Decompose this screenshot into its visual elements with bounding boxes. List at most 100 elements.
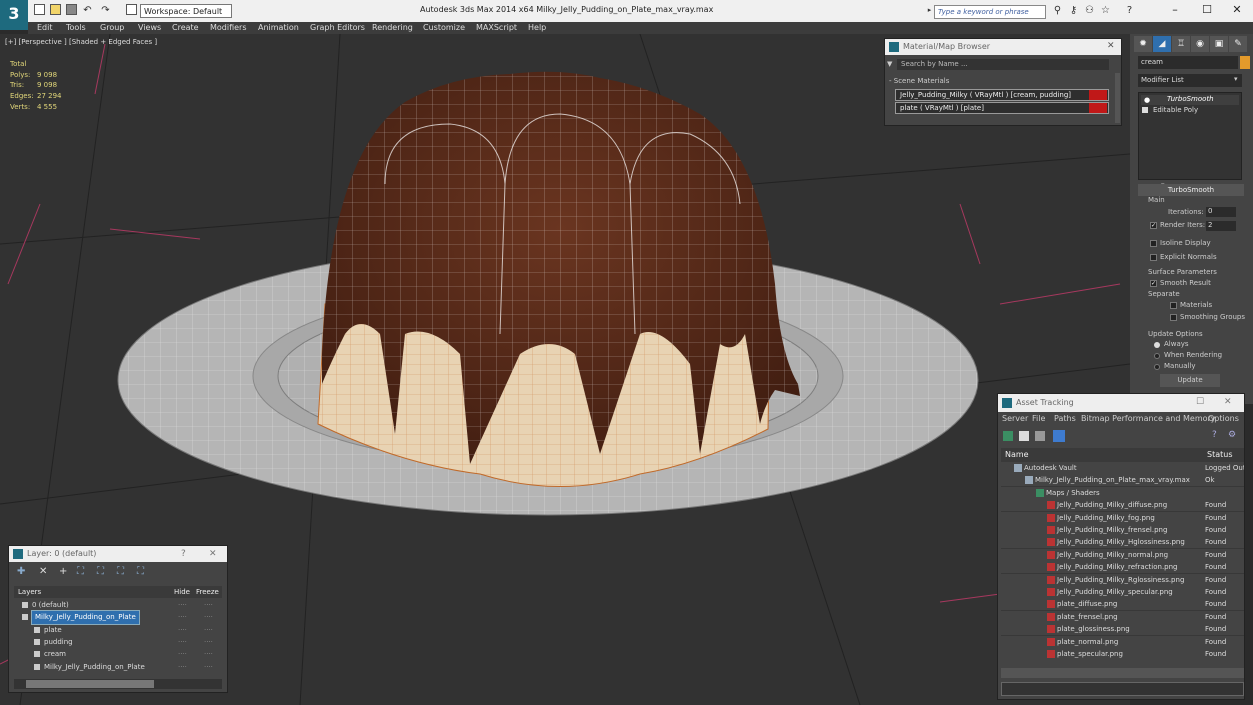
modifier-list-dropdown[interactable]: Modifier List [1138, 74, 1242, 87]
scene-materials-header[interactable]: - Scene Materials [889, 77, 949, 85]
column-hide-header[interactable]: Hide [174, 588, 190, 596]
freeze-all-icon[interactable]: ⛶ [137, 566, 144, 577]
menu-views[interactable]: Views [138, 22, 161, 34]
hide-toggle[interactable]: ···· [178, 624, 187, 636]
object-name-field[interactable]: cream [1138, 56, 1238, 69]
hide-toggle[interactable]: ···· [178, 611, 187, 623]
horizontal-scrollbar[interactable] [1001, 668, 1244, 678]
smooth-result-checkbox[interactable]: ✓ [1150, 280, 1157, 287]
create-tab-icon[interactable]: ✹ [1134, 36, 1152, 52]
asset-row[interactable]: Jelly_Pudding_Milky_normal.png Found [1001, 549, 1244, 562]
asset-row[interactable]: Jelly_Pudding_Milky_fog.png Found [1001, 512, 1244, 524]
hide-toggle[interactable]: ···· [178, 661, 187, 673]
menu-file[interactable]: File [1032, 414, 1045, 423]
asset-row[interactable]: Jelly_Pudding_Milky_Rglossiness.png Found [1001, 574, 1244, 586]
viewport-label[interactable]: [+] [Perspective ] [Shaded + Edged Faces… [5, 38, 157, 46]
menu-rendering[interactable]: Rendering [372, 22, 413, 34]
freeze-toggle[interactable]: ···· [204, 636, 213, 648]
freeze-toggle[interactable]: ···· [204, 661, 213, 673]
expand-icon[interactable] [1142, 107, 1148, 113]
menu-modifiers[interactable]: Modifiers [210, 22, 247, 34]
menu-bitmap-performance[interactable]: Bitmap Performance and Memory [1081, 414, 1216, 423]
manually-radio[interactable] [1154, 364, 1160, 370]
asset-row[interactable]: Jelly_Pudding_Milky_Hglossiness.png Found [1001, 536, 1244, 549]
binoculars-icon[interactable]: ⚲ [1052, 5, 1063, 16]
project-folder-icon[interactable] [126, 4, 137, 15]
favorites-star-icon[interactable]: ☆ [1100, 5, 1111, 16]
asset-row[interactable]: Jelly_Pudding_Milky_diffuse.png Found [1001, 499, 1244, 512]
asset-row[interactable]: Jelly_Pudding_Milky_refraction.png Found [1001, 561, 1244, 574]
column-name-header[interactable]: Name [1005, 450, 1029, 459]
undo-icon[interactable]: ↶ [82, 5, 93, 16]
when-rendering-radio[interactable] [1154, 353, 1160, 359]
asset-row[interactable]: plate_normal.png Found [1001, 636, 1244, 648]
material-item[interactable]: plate ( VRayMtl ) [plate] [895, 102, 1109, 114]
hide-toggle[interactable]: ···· [178, 636, 187, 648]
asset-row[interactable]: Jelly_Pudding_Milky_specular.png Found [1001, 586, 1244, 599]
display-tab-icon[interactable]: ▣ [1210, 36, 1228, 52]
explicit-normals-checkbox[interactable] [1150, 254, 1157, 261]
select-objects-icon[interactable]: ⛶ [77, 566, 84, 577]
save-icon[interactable] [66, 4, 77, 15]
asset-row[interactable]: plate_diffuse.png Found [1001, 598, 1244, 611]
help-icon[interactable]: ? [1212, 430, 1217, 440]
menu-paths[interactable]: Paths [1054, 414, 1076, 423]
close-icon[interactable]: ✕ [1224, 397, 1232, 407]
object-color-swatch[interactable] [1240, 56, 1250, 69]
hide-all-icon[interactable]: ⛶ [117, 566, 124, 577]
light-bulb-icon[interactable]: ● [1144, 96, 1150, 104]
redo-icon[interactable]: ↷ [100, 5, 111, 16]
freeze-toggle[interactable]: ···· [204, 599, 213, 611]
render-iters-checkbox[interactable]: ✓ [1150, 222, 1157, 229]
modifier-editable-poly[interactable]: Editable Poly [1153, 106, 1198, 114]
open-folder-icon[interactable] [50, 4, 61, 15]
help-icon[interactable]: ? [1124, 5, 1135, 16]
utilities-tab-icon[interactable]: ✎ [1229, 36, 1247, 52]
minimize-button[interactable]: – [1160, 2, 1190, 18]
highlight-layer-icon[interactable]: ⛶ [97, 566, 104, 577]
asset-row[interactable]: plate_specular.png Found [1001, 648, 1244, 661]
vault-icon[interactable] [1003, 431, 1013, 441]
restore-icon[interactable]: ☐ [1196, 397, 1204, 407]
help-button[interactable]: ? [181, 549, 186, 559]
menu-options[interactable]: Options [1208, 414, 1239, 423]
materials-checkbox[interactable] [1170, 302, 1177, 309]
modifier-turbosmooth[interactable]: TurboSmooth [1141, 95, 1239, 105]
asset-row[interactable]: plate_frensel.png Found [1001, 611, 1244, 624]
layer-row[interactable]: Milky_Jelly_Pudding_on_Plate ···· ···· [14, 661, 222, 673]
menu-tools[interactable]: Tools [66, 22, 86, 34]
freeze-toggle[interactable]: ···· [204, 611, 213, 623]
asset-row[interactable]: Jelly_Pudding_Milky_frensel.png Found [1001, 524, 1244, 537]
menu-server[interactable]: Server [1002, 414, 1028, 423]
freeze-toggle[interactable]: ···· [204, 648, 213, 660]
layer-row[interactable]: cream ···· ···· [14, 648, 222, 660]
menu-animation[interactable]: Animation [258, 22, 299, 34]
grid-view-icon[interactable] [1053, 430, 1065, 442]
asset-path-field[interactable] [1001, 682, 1244, 696]
key-icon[interactable]: ⚷ [1068, 5, 1079, 16]
horizontal-scrollbar[interactable] [14, 679, 222, 689]
scrollbar[interactable] [1115, 73, 1120, 123]
asset-row[interactable]: Maps / Shaders [1001, 487, 1244, 500]
app-logo-button[interactable]: 3 [0, 0, 28, 30]
always-radio[interactable] [1154, 342, 1160, 348]
layer-row[interactable]: 0 (default) ···· ···· [14, 599, 222, 611]
smoothing-groups-checkbox[interactable] [1170, 314, 1177, 321]
new-layer-icon[interactable]: ✚ [17, 566, 25, 577]
menu-help[interactable]: Help [528, 22, 546, 34]
modify-tab-icon[interactable]: ◢ [1153, 36, 1171, 52]
asset-row[interactable]: plate_glossiness.png Found [1001, 623, 1244, 636]
freeze-toggle[interactable]: ···· [204, 624, 213, 636]
add-to-layer-icon[interactable]: + [59, 566, 67, 577]
scrollbar-thumb[interactable] [26, 680, 154, 688]
hide-toggle[interactable]: ···· [178, 648, 187, 660]
new-file-icon[interactable] [34, 4, 45, 15]
close-icon[interactable]: ✕ [209, 549, 217, 559]
layer-row[interactable]: plate ···· ···· [14, 624, 222, 636]
menu-edit[interactable]: Edit [37, 22, 53, 34]
turbosmooth-rollout-header[interactable]: TurboSmooth [1138, 184, 1244, 196]
column-layers-header[interactable]: Layers [18, 588, 41, 596]
list-view-icon[interactable] [1019, 431, 1029, 441]
close-button[interactable]: ✕ [1222, 2, 1252, 18]
material-item[interactable]: Jelly_Pudding_Milky ( VRayMtl ) [cream, … [895, 89, 1109, 101]
